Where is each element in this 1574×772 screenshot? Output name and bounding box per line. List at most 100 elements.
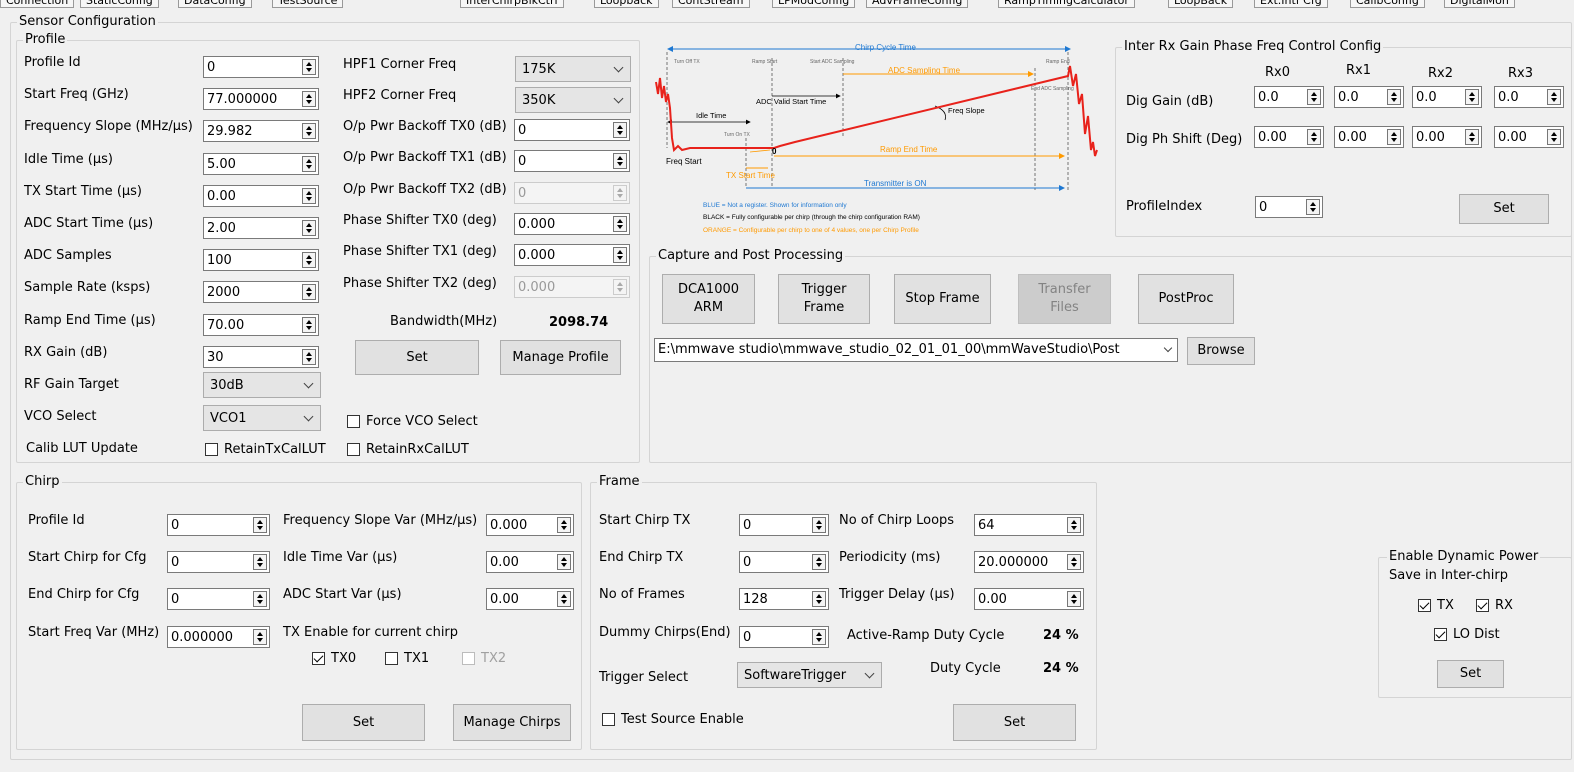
spin-arrows-icon[interactable] [1307,89,1321,105]
numeric-input[interactable]: 0 [514,119,630,141]
transfer-files-button[interactable]: Transfer Files [1018,274,1111,324]
rx-gain-set-button[interactable]: Set [1459,194,1549,224]
spin-arrows-icon[interactable] [302,155,316,172]
spin-arrows-icon[interactable] [613,184,627,201]
chirp-set-button[interactable]: Set [302,704,425,741]
numeric-input[interactable]: 2.00 [203,217,319,239]
numeric-input[interactable]: 0 [203,56,319,78]
spin-arrows-icon[interactable] [1067,517,1081,533]
numeric-input[interactable]: 70.00 [203,313,319,336]
spin-arrows-icon[interactable] [253,517,267,533]
spin-arrows-icon[interactable] [1067,591,1081,607]
numeric-input[interactable]: 128 [739,588,829,610]
tab-calib-config[interactable]: CalibConfig [1350,0,1425,8]
spin-arrows-icon[interactable] [302,59,316,75]
spin-arrows-icon[interactable] [1307,129,1321,145]
spin-arrows-icon[interactable] [302,252,316,269]
spin-arrows-icon[interactable] [302,187,316,204]
numeric-input[interactable]: 0 [514,150,630,173]
spin-arrows-icon[interactable] [302,123,316,140]
retain-tx-cal-lut-checkbox[interactable]: RetainTxCalLUT [205,442,326,458]
numeric-input[interactable]: 0 [739,626,829,648]
trigger-select[interactable]: SoftwareTrigger [737,662,882,688]
numeric-input[interactable]: 29.982 [203,120,319,143]
browse-button[interactable]: Browse [1187,337,1255,365]
spin-arrows-icon[interactable] [1465,129,1479,145]
dig-gain-input[interactable]: 0.0 [1494,86,1564,108]
dig-gain-input[interactable]: 0.0 [1334,86,1404,108]
spin-arrows-icon[interactable] [302,348,316,365]
dig-ph-input[interactable]: 0.00 [1254,126,1324,148]
numeric-input[interactable]: 5.00 [203,152,319,175]
spin-arrows-icon[interactable] [613,153,627,170]
spin-arrows-icon[interactable] [557,591,571,607]
numeric-input[interactable]: 0.000 [514,212,630,235]
manage-profile-button[interactable]: Manage Profile [500,340,621,375]
rf-gain-target-select[interactable]: 30dB [203,372,321,398]
hpf2-select[interactable]: 350K [515,87,631,113]
frame-set-button[interactable]: Set [953,704,1076,741]
numeric-input[interactable]: 100 [203,249,319,272]
postproc-button[interactable]: PostProc [1138,274,1234,324]
profile-index-input[interactable]: 0 [1255,196,1323,218]
spin-arrows-icon[interactable] [1067,554,1081,570]
numeric-input[interactable]: 0.00 [203,184,319,207]
force-vco-checkbox[interactable]: Force VCO Select [347,414,478,430]
numeric-input[interactable]: 30 [203,345,319,368]
spin-arrows-icon[interactable] [1387,89,1401,105]
tab-ext-intf[interactable]: Ext.Intf Cfg [1254,0,1328,8]
postproc-path-select[interactable]: E:\mmwave studio\mmwave_studio_02_01_01_… [654,338,1178,362]
spin-arrows-icon[interactable] [253,629,267,645]
spin-arrows-icon[interactable] [1465,89,1479,105]
numeric-input[interactable]: 20.000000 [974,551,1084,573]
tab-lp-mod-config[interactable]: LPModConfig [772,0,856,8]
spin-arrows-icon[interactable] [613,247,627,264]
dynamic-power-set-button[interactable]: Set [1437,660,1504,688]
numeric-input[interactable]: 0 [739,551,829,573]
numeric-input[interactable]: 0.00 [486,551,574,573]
spin-arrows-icon[interactable] [1387,129,1401,145]
dyn-rx-checkbox[interactable]: RX [1476,598,1513,614]
spin-arrows-icon[interactable] [613,122,627,138]
spin-arrows-icon[interactable] [613,215,627,232]
tab-static-config[interactable]: StaticConfig [80,0,159,8]
manage-chirps-button[interactable]: Manage Chirps [453,704,571,741]
spin-arrows-icon[interactable] [812,629,826,645]
dig-gain-input[interactable]: 0.0 [1412,86,1482,108]
chirp-tx1-checkbox[interactable]: TX1 [385,651,429,667]
spin-arrows-icon[interactable] [613,278,627,295]
dig-ph-input[interactable]: 0.00 [1412,126,1482,148]
spin-arrows-icon[interactable] [812,591,826,607]
numeric-input[interactable]: 0.000 [514,244,630,267]
hpf1-select[interactable]: 175K [515,56,631,82]
spin-arrows-icon[interactable] [1306,199,1320,215]
numeric-input[interactable]: 0.000000 [167,626,270,648]
chirp-tx0-checkbox[interactable]: TX0 [312,651,356,667]
tab-loopback[interactable]: Loopback [594,0,659,8]
spin-arrows-icon[interactable] [812,517,826,533]
spin-arrows-icon[interactable] [557,554,571,570]
retain-rx-cal-lut-checkbox[interactable]: RetainRxCalLUT [347,442,469,458]
dyn-lo-dist-checkbox[interactable]: LO Dist [1434,627,1500,643]
spin-arrows-icon[interactable] [302,220,316,236]
numeric-input[interactable]: 0 [167,514,270,536]
stop-frame-button[interactable]: Stop Frame [894,274,991,324]
chirp-tx2-checkbox[interactable]: TX2 [462,651,506,667]
numeric-input[interactable]: 2000 [203,281,319,304]
numeric-input[interactable]: 0 [739,514,829,536]
tab-loopback-2[interactable]: LoopBack [1168,0,1234,8]
tab-ramp-timing[interactable]: RampTimingCalculator [998,0,1135,8]
test-source-enable-checkbox[interactable]: Test Source Enable [602,712,744,728]
dig-gain-input[interactable]: 0.0 [1254,86,1324,108]
spin-arrows-icon[interactable] [1547,89,1561,105]
spin-arrows-icon[interactable] [557,517,571,533]
tab-cont-stream[interactable]: ContStream [672,0,750,8]
profile-set-button[interactable]: Set [355,340,479,375]
trigger-frame-button[interactable]: Trigger Frame [778,274,870,324]
tab-connection[interactable]: Connection [0,0,75,8]
numeric-input[interactable]: 0.000 [514,275,630,298]
numeric-input[interactable]: 0.000 [486,514,574,536]
dig-ph-input[interactable]: 0.00 [1494,126,1564,148]
spin-arrows-icon[interactable] [302,91,316,108]
tab-adv-frame-config[interactable]: AdvFrameConfig [866,0,969,8]
